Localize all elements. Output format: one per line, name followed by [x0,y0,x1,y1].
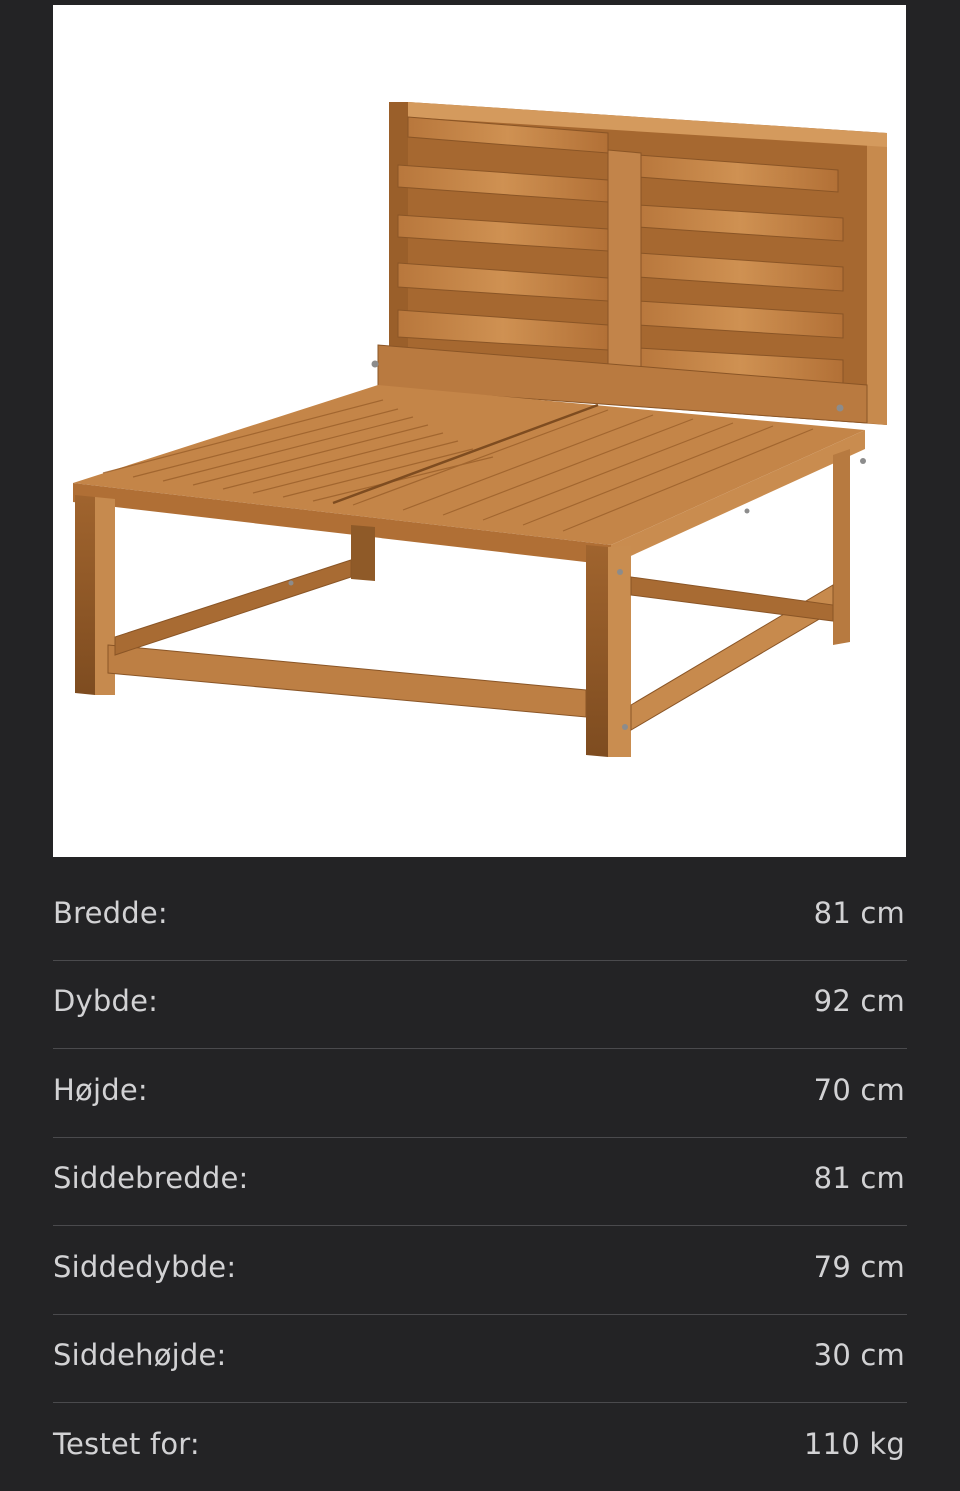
spec-label: Siddehøjde: [53,1338,227,1373]
spec-row-seat-height: Siddehøjde: 30 cm [53,1315,907,1403]
spec-label: Siddebredde: [53,1161,249,1196]
spec-label: Bredde: [53,895,168,930]
spec-label: Dybde: [53,984,159,1019]
product-page: Bredde: 81 cm Dybde: 92 cm Højde: 70 cm … [0,0,960,1491]
spec-value: 81 cm [813,1161,905,1196]
spec-row-width: Bredde: 81 cm [53,872,907,961]
spec-value: 92 cm [813,984,905,1019]
specifications-list: Bredde: 81 cm Dybde: 92 cm Højde: 70 cm … [53,872,907,1491]
spec-value: 30 cm [813,1338,905,1373]
spec-value: 70 cm [813,1072,905,1107]
spec-row-tested-for: Testet for: 110 kg [53,1403,907,1491]
spec-row-seat-width: Siddebredde: 81 cm [53,1138,907,1226]
spec-value: 79 cm [813,1249,905,1284]
product-image[interactable] [53,5,906,857]
spec-row-depth: Dybde: 92 cm [53,961,907,1049]
spec-label: Højde: [53,1072,148,1107]
spec-row-height: Højde: 70 cm [53,1049,907,1138]
spec-row-seat-depth: Siddedybde: 79 cm [53,1226,907,1315]
wooden-chair-illustration [73,102,887,757]
spec-value: 81 cm [813,895,905,930]
spec-value: 110 kg [804,1426,905,1461]
spec-label: Siddedybde: [53,1249,237,1284]
spec-label: Testet for: [53,1426,200,1461]
